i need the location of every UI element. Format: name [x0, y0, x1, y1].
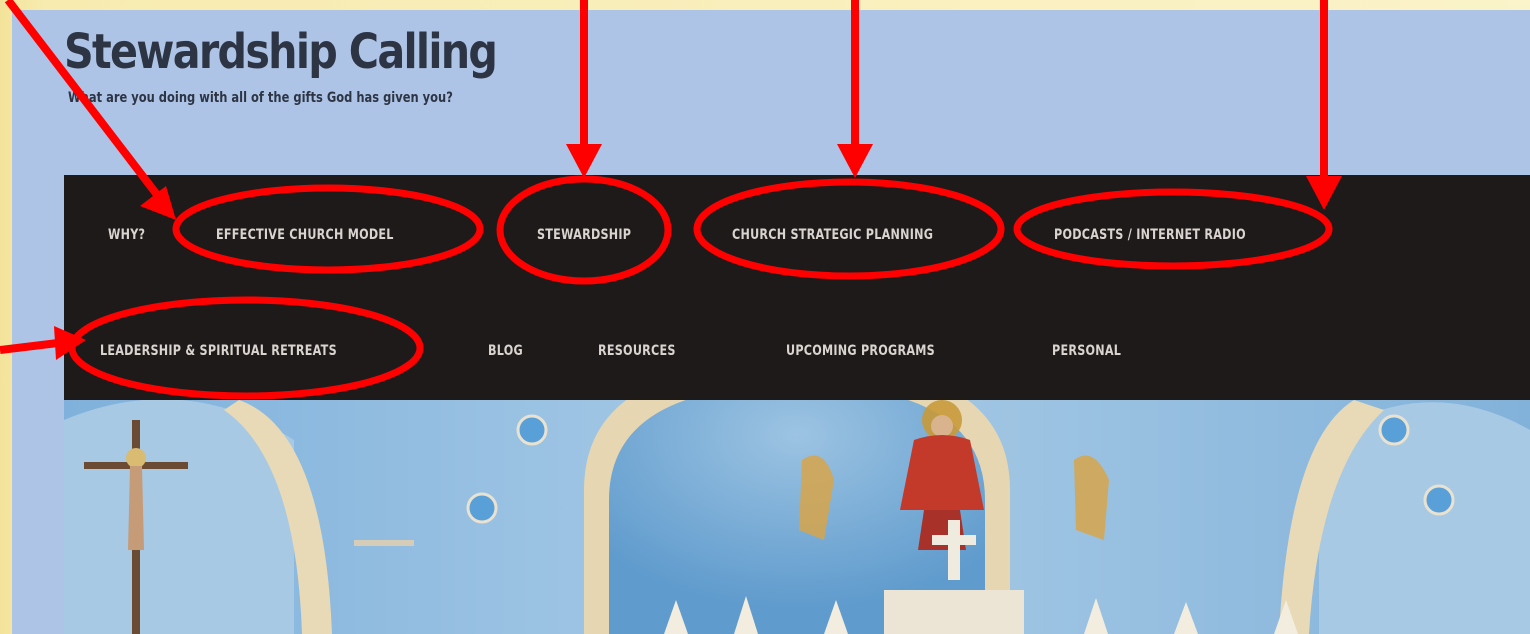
nav-item-church-strategic-planning[interactable]: CHURCH STRATEGIC PLANNING [732, 227, 933, 243]
nav-item-podcasts-internet-radio[interactable]: PODCASTS / INTERNET RADIO [1054, 227, 1246, 243]
church-altar-interior-image [64, 400, 1530, 634]
nav-item-resources[interactable]: RESOURCES [598, 343, 676, 359]
main-navigation: WHY? EFFECTIVE CHURCH MODEL STEWARDSHIP … [64, 175, 1530, 400]
site-title[interactable]: Stewardship Calling [64, 24, 498, 80]
nav-item-why[interactable]: WHY? [108, 227, 145, 243]
nav-item-effective-church-model[interactable]: EFFECTIVE CHURCH MODEL [216, 227, 394, 243]
nav-item-upcoming-programs[interactable]: UPCOMING PROGRAMS [786, 343, 935, 359]
hero-image [64, 400, 1530, 634]
site-tagline: What are you doing with all of the gifts… [68, 90, 453, 106]
website-screenshot: Stewardship Calling What are you doing w… [12, 10, 1530, 634]
nav-item-leadership-spiritual-retreats[interactable]: LEADERSHIP & SPIRITUAL RETREATS [100, 343, 337, 359]
nav-item-stewardship[interactable]: STEWARDSHIP [537, 227, 631, 243]
nav-item-personal[interactable]: PERSONAL [1052, 343, 1121, 359]
nav-item-blog[interactable]: BLOG [488, 343, 523, 359]
